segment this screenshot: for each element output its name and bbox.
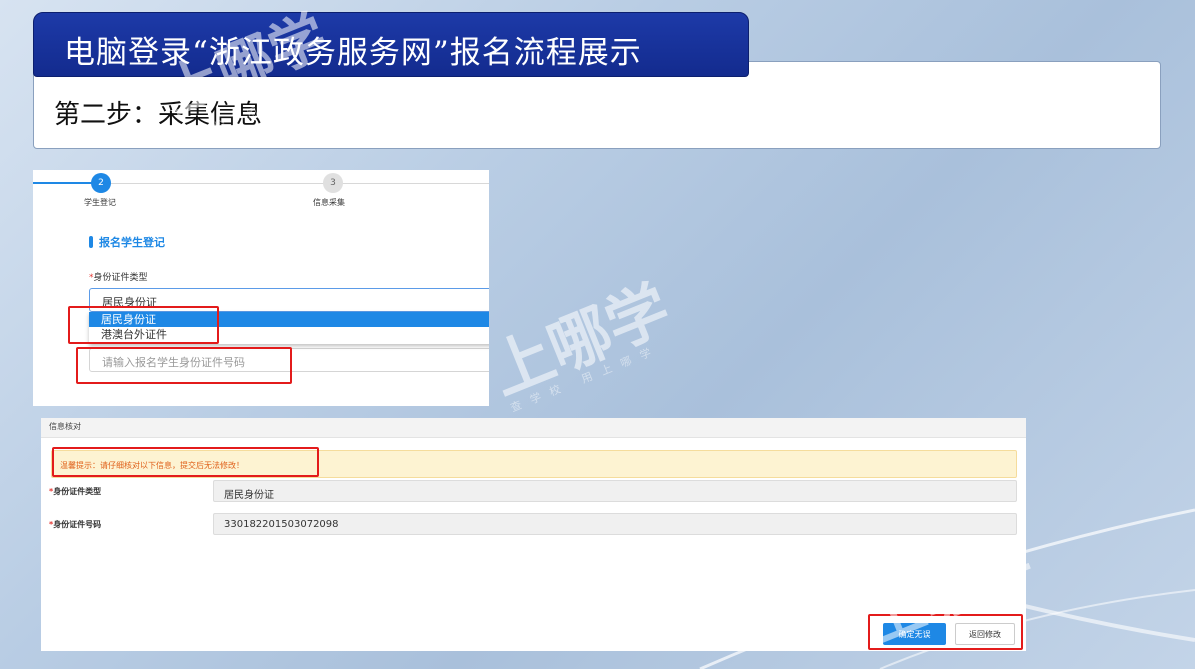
slide-subtitle: 第二步：采集信息	[54, 100, 263, 130]
highlight-buttons-box	[868, 614, 1023, 650]
highlight-dropdown-box	[68, 306, 219, 344]
step-3-circle: 3	[323, 173, 343, 193]
highlight-id-input-box	[76, 347, 292, 384]
verify-id-number-label: *身份证件号码	[49, 520, 102, 529]
verify-id-number-value: 330182201503072098	[213, 513, 1017, 535]
section-title: 报名学生登记	[99, 236, 165, 249]
watermark-logo: 上哪学	[480, 271, 680, 409]
id-type-label: *身份证件类型	[89, 273, 148, 283]
step-2-circle: 2	[91, 173, 111, 193]
watermark-slogan: 查学校 用上哪学	[508, 342, 663, 415]
section-indicator-bar	[89, 236, 93, 248]
verify-header: 信息核对	[41, 418, 1026, 438]
highlight-notice-box	[52, 447, 319, 477]
verify-id-type-label: *身份证件类型	[49, 487, 102, 496]
slide-title-banner: 电脑登录“浙江政务服务网”报名流程展示	[33, 12, 749, 77]
slide-title: 电脑登录“浙江政务服务网”报名流程展示	[64, 35, 642, 71]
step-3-label: 信息采集	[313, 198, 345, 207]
step-2-label: 学生登记	[84, 198, 116, 207]
verify-header-title: 信息核对	[49, 422, 81, 431]
verify-id-type-value: 居民身份证	[213, 480, 1017, 502]
